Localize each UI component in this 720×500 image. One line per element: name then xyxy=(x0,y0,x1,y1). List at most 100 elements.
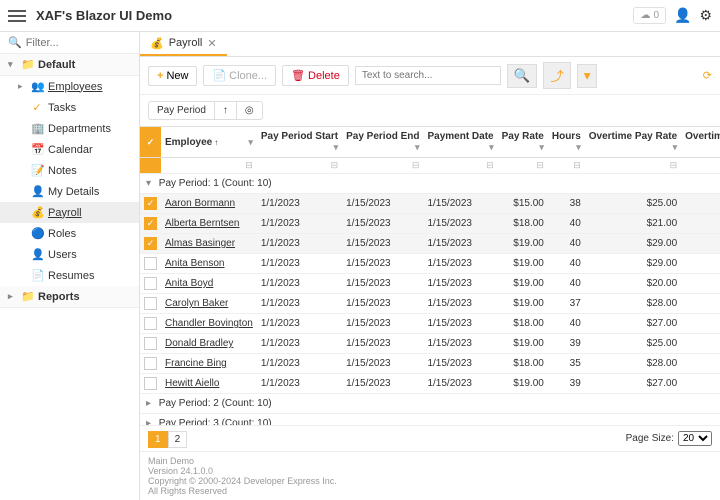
folder-icon: 📁 xyxy=(21,58,33,71)
notification-button[interactable]: ☁ 0 xyxy=(633,7,666,24)
nav-icon: 📄 xyxy=(31,269,43,282)
table-row[interactable]: Francine Bing 1/1/20231/15/20231/15/2023… xyxy=(140,354,720,374)
column-header[interactable]: Employee↑▾ xyxy=(161,127,257,158)
nav-icon: 👤 xyxy=(31,185,43,198)
row-checkbox[interactable] xyxy=(144,337,157,350)
row-checkbox[interactable] xyxy=(144,377,157,390)
new-button[interactable]: +New xyxy=(148,66,197,86)
sidebar-section-reports[interactable]: ▸ 📁 Reports xyxy=(0,286,139,308)
nav-icon: 💰 xyxy=(31,206,43,219)
employee-link[interactable]: Anita Boyd xyxy=(165,278,213,289)
employee-link[interactable]: Carolyn Baker xyxy=(165,298,228,309)
filter-icon[interactable]: ▾ xyxy=(673,142,678,153)
filter-icon[interactable]: ▾ xyxy=(489,142,494,153)
sidebar-item-resumes[interactable]: 📄Resumes xyxy=(0,265,139,286)
export-dropdown[interactable]: ▾ xyxy=(577,64,598,88)
delete-button[interactable]: 🗑 Delete xyxy=(282,65,349,86)
sidebar-filter[interactable]: 🔍 xyxy=(0,32,139,54)
employee-link[interactable]: Donald Bradley xyxy=(165,338,233,349)
close-icon[interactable]: ✕ xyxy=(207,37,216,50)
employee-link[interactable]: Aaron Bormann xyxy=(165,198,235,209)
menu-icon[interactable] xyxy=(8,7,26,25)
filter-icon[interactable]: ◎ xyxy=(237,102,262,119)
table-row[interactable]: ✓ Aaron Bormann 1/1/20231/15/20231/15/20… xyxy=(140,194,720,214)
row-checkbox[interactable] xyxy=(144,277,157,290)
select-all-header[interactable]: ✓ xyxy=(140,127,161,158)
column-header[interactable]: Overtime Hours▾ xyxy=(681,127,720,158)
sidebar-item-my-details[interactable]: 👤My Details xyxy=(0,181,139,202)
refresh-icon[interactable]: ⟳ xyxy=(703,69,712,82)
filter-icon[interactable]: ▾ xyxy=(248,137,253,148)
nav-icon: 🔵 xyxy=(31,227,43,240)
footer-line: Main Demo xyxy=(148,456,712,466)
column-header[interactable]: Pay Rate▾ xyxy=(498,127,548,158)
table-row[interactable]: Hewitt Aiello 1/1/20231/15/20231/15/2023… xyxy=(140,374,720,394)
row-checkbox[interactable] xyxy=(144,257,157,270)
table-row[interactable]: Donald Bradley 1/1/20231/15/20231/15/202… xyxy=(140,334,720,354)
row-checkbox[interactable] xyxy=(144,317,157,330)
column-header[interactable]: Pay Period Start▾ xyxy=(257,127,342,158)
group-by-pill[interactable]: Pay Period ↑ ◎ xyxy=(148,101,263,120)
row-checkbox[interactable] xyxy=(144,297,157,310)
employee-link[interactable]: Alberta Berntsen xyxy=(165,218,240,229)
sidebar-item-users[interactable]: 👤Users xyxy=(0,244,139,265)
row-checkbox[interactable]: ✓ xyxy=(144,217,157,230)
gear-icon[interactable]: ⚙ xyxy=(699,7,712,24)
nav-icon: 👤 xyxy=(31,248,43,261)
page-button[interactable]: 2 xyxy=(168,431,188,448)
footer-line: Copyright © 2000-2024 Developer Express … xyxy=(148,476,712,486)
sidebar-item-departments[interactable]: 🏢Departments xyxy=(0,118,139,139)
column-header[interactable]: Payment Date▾ xyxy=(423,127,497,158)
export-button[interactable]: ⤴ xyxy=(543,62,570,89)
filter-icon[interactable]: ▾ xyxy=(539,142,544,153)
employee-link[interactable]: Francine Bing xyxy=(165,358,227,369)
filter-icon[interactable]: ▾ xyxy=(415,142,420,153)
sidebar-item-tasks[interactable]: ✓Tasks xyxy=(0,97,139,118)
app-title: XAF's Blazor UI Demo xyxy=(36,8,633,23)
employee-link[interactable]: Almas Basinger xyxy=(165,238,235,249)
sidebar-item-payroll[interactable]: 💰Payroll xyxy=(0,202,139,223)
nav-icon: 📅 xyxy=(31,143,43,156)
nav-icon: 📝 xyxy=(31,164,43,177)
sidebar-item-employees[interactable]: ▸👥Employees xyxy=(0,76,139,97)
page-size-select[interactable]: 20 xyxy=(678,431,712,446)
column-header[interactable]: Overtime Pay Rate▾ xyxy=(585,127,681,158)
row-checkbox[interactable] xyxy=(144,357,157,370)
tab-payroll[interactable]: 💰 Payroll ✕ xyxy=(140,33,227,56)
sort-icon[interactable]: ↑ xyxy=(215,102,237,119)
sidebar-item-notes[interactable]: 📝Notes xyxy=(0,160,139,181)
group-row[interactable]: ▸ Pay Period: 2 (Count: 10) xyxy=(140,394,720,414)
row-checkbox[interactable]: ✓ xyxy=(144,237,157,250)
search-input[interactable] xyxy=(355,66,501,85)
employee-link[interactable]: Anita Benson xyxy=(165,258,225,269)
group-row[interactable]: ▸ Pay Period: 3 (Count: 10) xyxy=(140,414,720,426)
row-checkbox[interactable]: ✓ xyxy=(144,197,157,210)
filter-icon[interactable]: ▾ xyxy=(576,142,581,153)
sidebar-item-roles[interactable]: 🔵Roles xyxy=(0,223,139,244)
table-row[interactable]: ✓ Alberta Berntsen 1/1/20231/15/20231/15… xyxy=(140,214,720,234)
table-row[interactable]: Chandler Bovington 1/1/20231/15/20231/15… xyxy=(140,314,720,334)
page-button[interactable]: 1 xyxy=(148,431,168,448)
employee-link[interactable]: Hewitt Aiello xyxy=(165,378,219,389)
group-row[interactable]: ▾ Pay Period: 1 (Count: 10) xyxy=(140,174,720,194)
employee-link[interactable]: Chandler Bovington xyxy=(165,318,253,329)
sidebar-section-default[interactable]: ▾ 📁 Default xyxy=(0,54,139,76)
table-row[interactable]: Carolyn Baker 1/1/20231/15/20231/15/2023… xyxy=(140,294,720,314)
column-header[interactable]: Pay Period End▾ xyxy=(342,127,423,158)
payroll-icon: 💰 xyxy=(150,37,164,50)
table-row[interactable]: Anita Boyd 1/1/20231/15/20231/15/2023 $1… xyxy=(140,274,720,294)
footer-line: All Rights Reserved xyxy=(148,486,712,496)
chevron-right-icon: ▸ xyxy=(8,291,16,302)
user-icon[interactable]: 👤 xyxy=(674,7,691,24)
column-header[interactable]: Hours▾ xyxy=(548,127,585,158)
nav-icon: 🏢 xyxy=(31,122,43,135)
filter-icon[interactable]: ▾ xyxy=(334,142,339,153)
table-row[interactable]: Anita Benson 1/1/20231/15/20231/15/2023 … xyxy=(140,254,720,274)
folder-icon: 📁 xyxy=(21,290,33,303)
clone-button[interactable]: 📄 Clone... xyxy=(203,65,276,86)
table-row[interactable]: ✓ Almas Basinger 1/1/20231/15/20231/15/2… xyxy=(140,234,720,254)
nav-icon: ✓ xyxy=(31,101,43,114)
sidebar-item-calendar[interactable]: 📅Calendar xyxy=(0,139,139,160)
filter-input[interactable] xyxy=(26,37,140,49)
search-button[interactable]: 🔍 xyxy=(507,64,538,88)
